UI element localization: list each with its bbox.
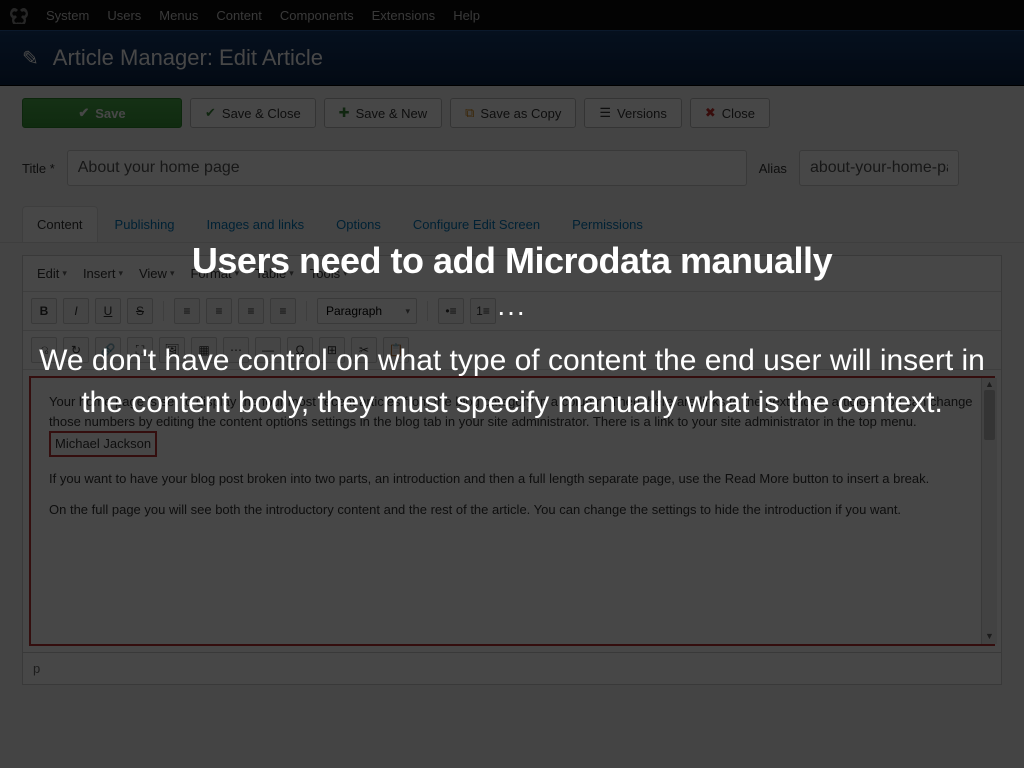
slide-caption: Users need to add Microdata manually ...…	[0, 0, 1024, 768]
slide-headline: Users need to add Microdata manually	[192, 240, 832, 282]
slide-body: We don't have control on what type of co…	[32, 340, 992, 424]
slide-ellipsis: ...	[497, 290, 526, 322]
